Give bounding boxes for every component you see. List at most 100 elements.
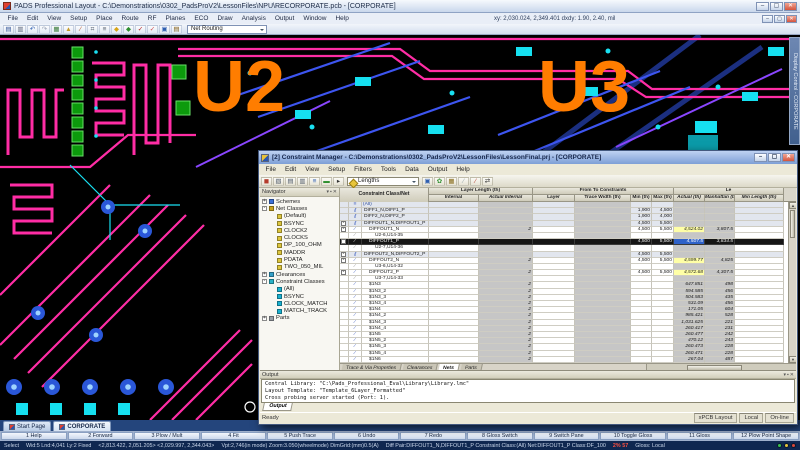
link-icon[interactable]: ≡ [309,177,320,186]
print-icon[interactable]: ▥ [15,25,26,34]
menu-planes[interactable]: Planes [161,15,190,22]
constraint-set-combo[interactable]: Lengths [347,177,419,186]
collapse-icon[interactable]: - [341,221,346,226]
column-header-manhattan-th[interactable]: Manhattan (th) [705,195,735,202]
show-actuals-icon[interactable]: ▣ [422,177,433,186]
fkey-3-plow-mult[interactable]: 3 Plow / Mult [134,432,200,440]
output-close-icon[interactable]: ✕ [790,372,794,378]
fkey-4-fit[interactable]: 4 Fit [201,432,267,440]
display-control-icon[interactable]: ▣ [159,25,170,34]
board-icon[interactable]: ▦ [51,25,62,34]
column-header-internal[interactable]: Internal [429,195,479,202]
save-icon[interactable]: ▤ [3,25,14,34]
column-header-actual-internal[interactable]: Actual Internal [479,195,533,202]
tree-item-default[interactable]: (Default) [262,213,339,220]
expand-icon[interactable]: + [262,316,267,321]
collapse-icon[interactable]: - [341,239,346,244]
tree-item-dp-100-ohm[interactable]: DP_100_OHM [262,242,339,249]
column-header-max-th[interactable]: Max (th) [652,195,674,202]
tree-item-two-050-mil[interactable]: TWO_050_MIL [262,264,339,271]
restore-button[interactable]: ▢ [768,153,781,162]
display-control-tab[interactable]: Display Control - CORPORATE [789,37,800,145]
menu-route[interactable]: Route [117,15,143,22]
column-header-actual-th[interactable]: Actual (th) [674,195,705,202]
menu-help[interactable]: Help [331,15,353,22]
menu-window[interactable]: Window [299,15,331,22]
tree-item-constraint-classes[interactable]: -Constraint Classes [262,278,339,285]
minimize-button[interactable]: – [754,153,767,162]
undo-icon[interactable]: ↶ [27,25,38,34]
close-button[interactable]: ✕ [784,2,797,11]
filter-icon[interactable]: ▦ [446,177,457,186]
probe-icon[interactable]: ∕ [470,177,481,186]
collapse-icon[interactable]: - [262,206,267,211]
menu-file[interactable]: File [3,15,22,22]
sync-icon[interactable]: ∕ [458,177,469,186]
menu-draw[interactable]: Draw [213,15,237,22]
menu-analysis[interactable]: Analysis [237,15,270,22]
fkey-6-undo[interactable]: 6 Undo [334,432,400,440]
pick-icon[interactable]: ▸ [333,177,344,186]
fkey-8-gloss-switch[interactable]: 8 Gloss Switch [467,432,533,440]
fkey-10-toggle-gloss[interactable]: 10 Toggle Gloss [600,432,666,440]
cell-man[interactable]: 487 [705,357,735,363]
collapse-icon[interactable]: - [341,270,346,275]
cut-icon[interactable]: ▧ [273,177,284,186]
fkey-11-gloss[interactable]: 11 Gloss [667,432,733,440]
redo-icon[interactable]: ↷ [39,25,50,34]
scroll-down-icon[interactable]: ▼ [789,356,796,363]
menu-eco[interactable]: ECO [190,15,213,22]
fkey-5-push-trace[interactable]: 5 Push Trace [267,432,333,440]
output-tab[interactable]: Output [262,403,293,411]
layers-icon[interactable]: ≡ [99,25,110,34]
cm-menu-filters[interactable]: Filters [350,166,377,173]
cm-menu-tools[interactable]: Tools [376,166,400,173]
menu-setup[interactable]: Setup [66,15,92,22]
tree-item-bsync[interactable]: BSYNC [262,293,339,300]
cm-menu-data[interactable]: Data [401,166,424,173]
cell-actual[interactable]: 267.04 [674,357,705,363]
route-icon[interactable]: ∕ [75,25,86,34]
tree-item-all[interactable]: (All) [262,286,339,293]
column-header-trace-width-th[interactable]: Trace Width (th) [575,195,631,202]
menu-rf[interactable]: RF [143,15,161,22]
collapse-icon[interactable]: - [341,252,346,257]
place-part-icon[interactable]: ▲ [63,25,74,34]
tree-item-clearances[interactable]: +Clearances [262,271,339,278]
tree-item-net-classes[interactable]: -Net Classes [262,205,339,212]
tree-item-clocks[interactable]: CLOCKS [262,234,339,241]
cell-ml[interactable] [735,357,784,363]
minimize-button[interactable]: – [756,2,769,11]
drc-review-icon[interactable]: ✓ [147,25,158,34]
scheme-combo[interactable]: Net Routing [187,25,267,34]
fkey-9-switch-pane[interactable]: 9 Switch Pane [534,432,600,440]
menu-output[interactable]: Output [270,15,299,22]
cell-max[interactable] [652,357,674,363]
tree-item-bsync[interactable]: BSYNC [262,220,339,227]
close-button[interactable]: ✕ [782,153,795,162]
copy-icon[interactable]: ▤ [285,177,296,186]
cell-ai[interactable]: 2 [479,357,533,363]
tree-item-maddr[interactable]: MADDR [262,249,339,256]
fkey-2-forward[interactable]: 2 Forward [68,432,134,440]
scroll-thumb[interactable] [790,210,795,238]
cm-menu-edit[interactable]: Edit [280,166,300,173]
collapse-icon[interactable]: - [341,258,346,263]
close-cm-icon[interactable]: ◼ [261,177,272,186]
cm-menu-setup[interactable]: Setup [324,166,350,173]
doc-tab-start-page[interactable]: Start Page [3,421,51,431]
restore-button[interactable]: ▢ [770,2,783,11]
cm-menu-view[interactable]: View [301,166,324,173]
expand-icon[interactable]: + [262,272,267,277]
sheet-row-1n6[interactable]: ∕$1N62267.04487 [340,357,788,363]
fkey-7-redo[interactable]: 7 Redo [400,432,466,440]
menu-edit[interactable]: Edit [22,15,42,22]
scroll-up-icon[interactable]: ▲ [789,202,796,209]
refresh-icon[interactable]: ⇄ [482,177,493,186]
tree-item-schemes[interactable]: +Schemes [262,198,339,205]
menu-view[interactable]: View [43,15,66,22]
navigator-pin-icon[interactable]: ▪ [330,189,332,195]
output-menu-icon[interactable]: ▾ [784,372,787,378]
menu-place[interactable]: Place [92,15,117,22]
tree-item-clock-match[interactable]: CLOCK_MATCH [262,300,339,307]
